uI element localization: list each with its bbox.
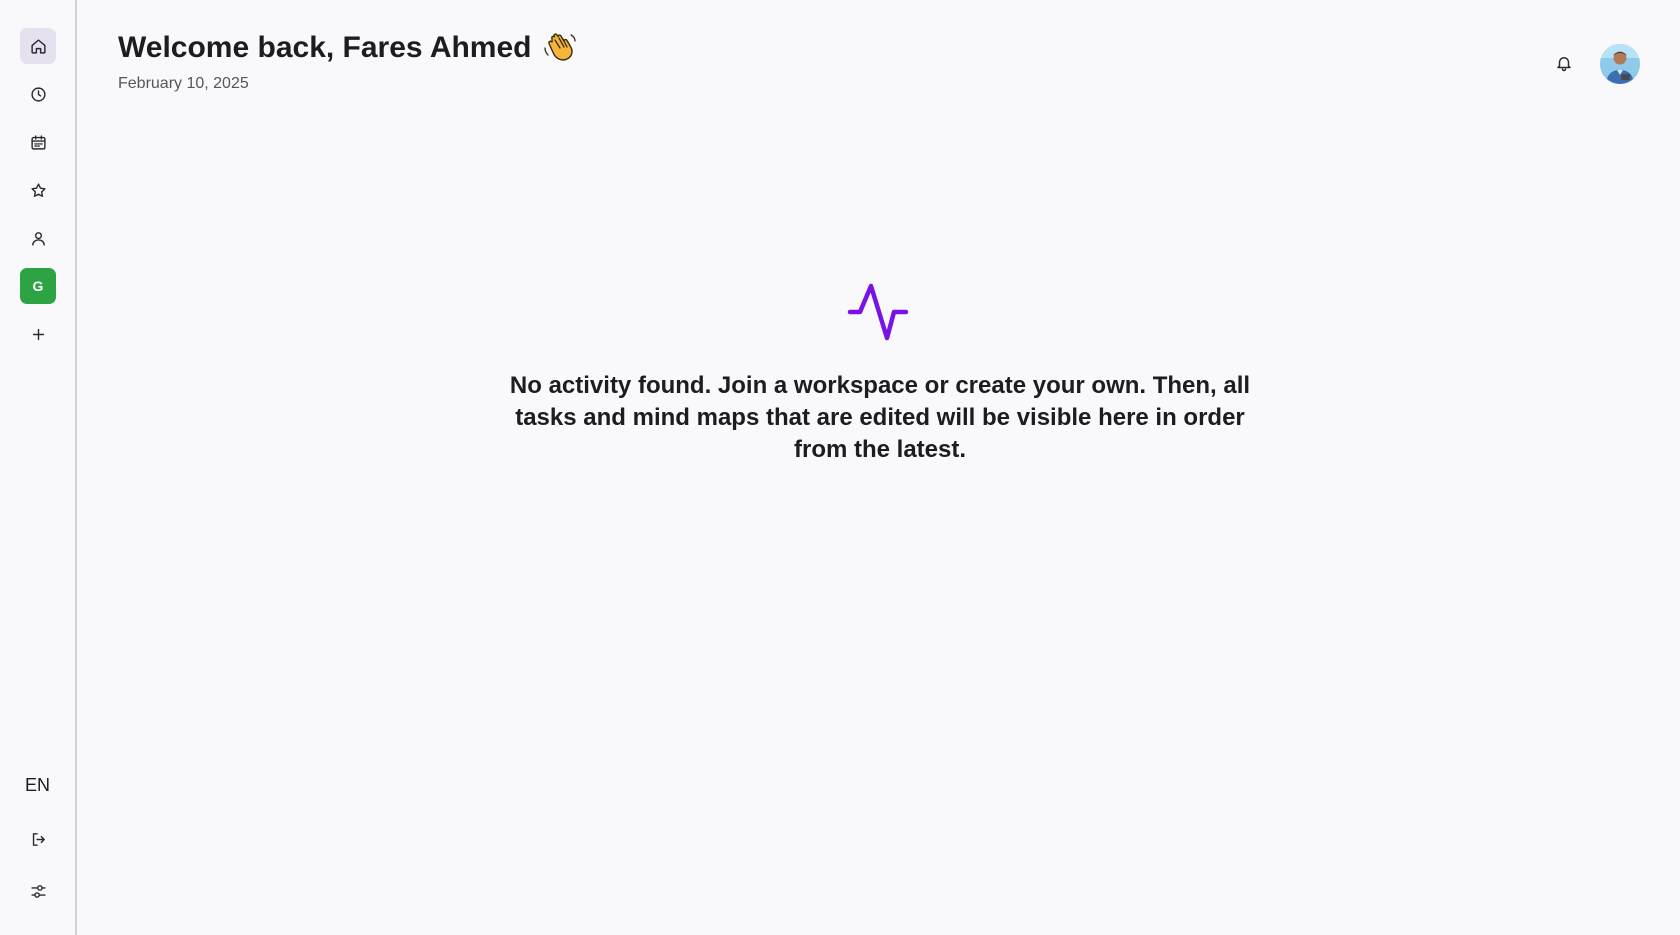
- avatar-image: [1600, 44, 1640, 84]
- greeting-text: Welcome back, Fares Ahmed: [118, 31, 532, 64]
- sidebar-item-calendar[interactable]: [20, 124, 56, 160]
- logout-button[interactable]: [20, 821, 56, 857]
- sidebar-item-profile[interactable]: [20, 220, 56, 256]
- sidebar-item-workspace[interactable]: G: [20, 268, 56, 304]
- empty-state-message: No activity found. Join a workspace or c…: [509, 372, 1251, 463]
- user-avatar[interactable]: [1600, 44, 1640, 84]
- current-date: February 10, 2025: [118, 75, 249, 92]
- home-icon: [30, 38, 46, 54]
- language-switcher[interactable]: EN: [0, 775, 75, 796]
- sidebar-item-recent[interactable]: [20, 76, 56, 112]
- user-icon: [31, 231, 45, 246]
- activity-icon: [846, 282, 910, 346]
- app-root: G EN Welcome back, Fares Ahmed February …: [0, 0, 1680, 935]
- sliders-icon: [30, 884, 46, 898]
- clock-icon: [30, 86, 46, 102]
- logout-icon: [32, 832, 45, 846]
- workspace-initial: G: [32, 278, 44, 294]
- settings-button[interactable]: [20, 873, 56, 909]
- page-title: Welcome back, Fares Ahmed: [118, 30, 578, 66]
- waving-hand-icon: [542, 30, 578, 66]
- add-workspace-button[interactable]: [20, 316, 56, 352]
- sidebar: G EN: [0, 0, 77, 935]
- sidebar-item-home[interactable]: [20, 28, 56, 64]
- sidebar-item-favorites[interactable]: [20, 172, 56, 208]
- notifications-button[interactable]: [1554, 53, 1574, 73]
- bell-icon: [1557, 57, 1571, 72]
- plus-icon: [32, 328, 44, 340]
- star-icon: [30, 182, 46, 197]
- calendar-icon: [30, 134, 46, 150]
